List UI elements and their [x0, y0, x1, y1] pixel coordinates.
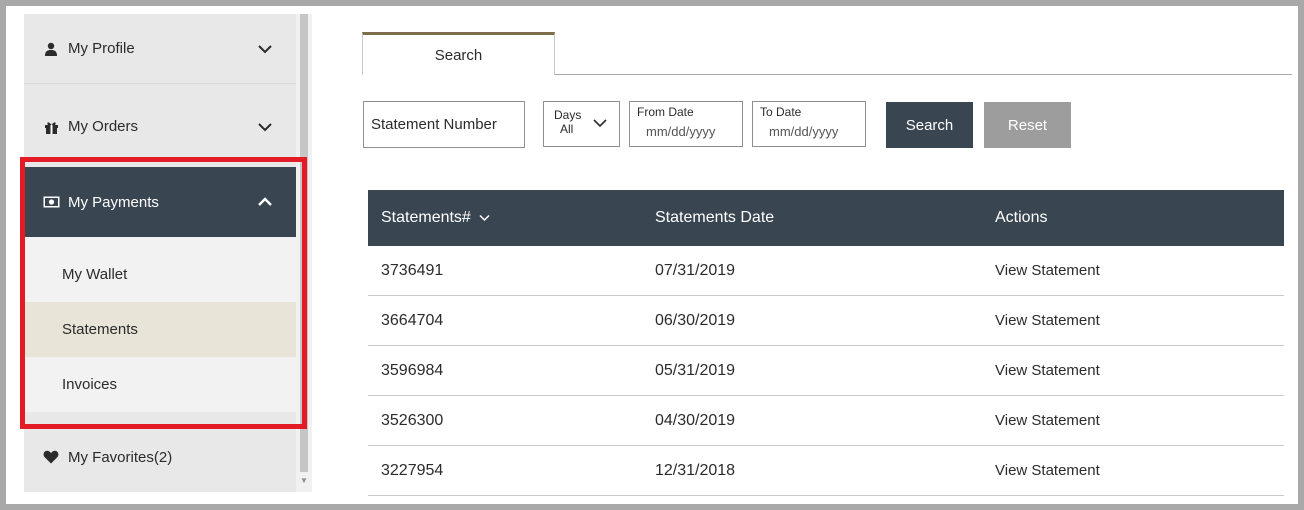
statement-date-cell: 05/31/2019 [655, 361, 736, 379]
nav-my-orders[interactable]: My Orders [24, 92, 296, 162]
table-row: 3596984 05/31/2019 View Statement [368, 346, 1284, 396]
view-statement-link[interactable]: View Statement [995, 296, 1100, 345]
user-icon [42, 41, 60, 57]
column-header-statement-date: Statements Date [655, 209, 775, 226]
from-date-placeholder: mm/dd/yyyy [646, 124, 716, 139]
from-date-label: From Date [637, 105, 694, 119]
scroll-down-arrow-icon[interactable]: ▼ [300, 476, 308, 485]
days-label: Days [554, 108, 582, 122]
statement-number-cell: 3736491 [381, 261, 444, 279]
submenu-item-my-wallet[interactable]: My Wallet [24, 247, 296, 302]
view-statement-link[interactable]: View Statement [995, 446, 1100, 495]
from-date-field[interactable]: From Date mm/dd/yyyy [629, 101, 743, 147]
nav-my-profile[interactable]: My Profile [24, 14, 296, 84]
statement-number-cell: 3596984 [381, 361, 444, 379]
sidebar-scrollbar-thumb[interactable] [300, 14, 308, 472]
search-button[interactable]: Search [886, 102, 973, 148]
statement-date-cell: 07/31/2019 [655, 261, 736, 279]
nav-my-orders-label: My Orders [68, 118, 139, 135]
table-row: 3664704 06/30/2019 View Statement [368, 296, 1284, 346]
column-header-actions: Actions [995, 209, 1048, 226]
table-row: 3227954 12/31/2018 View Statement [368, 446, 1284, 496]
chevron-up-icon[interactable] [258, 196, 272, 208]
table-row: 3526300 04/30/2019 View Statement [368, 396, 1284, 446]
statement-number-cell: 3664704 [381, 311, 444, 329]
chevron-down-icon [593, 119, 607, 128]
to-date-label: To Date [760, 105, 802, 119]
statements-table-header: Statements# Statements Date Actions [368, 190, 1284, 246]
column-header-statement-number-label: Statements# [381, 209, 471, 226]
gift-icon [42, 119, 60, 135]
to-date-field[interactable]: To Date mm/dd/yyyy [752, 101, 866, 147]
nav-my-payments-label: My Payments [68, 193, 159, 211]
submenu-item-invoices[interactable]: Invoices [24, 357, 296, 412]
account-sidebar: My Profile My Orders My Payments My Wall… [24, 14, 296, 492]
nav-my-profile-label: My Profile [68, 40, 135, 57]
column-header-statement-number[interactable]: Statements# [381, 190, 490, 246]
submenu-item-statements[interactable]: Statements [24, 302, 296, 357]
favorites-count: (2) [153, 448, 173, 466]
view-statement-link[interactable]: View Statement [995, 246, 1100, 295]
heart-icon [42, 449, 60, 465]
chevron-down-icon[interactable] [258, 43, 272, 55]
days-select[interactable]: Days All [543, 101, 620, 147]
statement-number-cell: 3526300 [381, 411, 444, 429]
days-value: All [560, 122, 574, 136]
reset-button[interactable]: Reset [984, 102, 1071, 148]
nav-my-favorites[interactable]: My Favorites (2) [24, 422, 296, 492]
statement-number-cell: 3227954 [381, 461, 444, 479]
chevron-down-icon[interactable] [258, 121, 272, 133]
statement-number-input[interactable]: Statement Number [363, 101, 525, 148]
nav-my-favorites-label: My Favorites [68, 448, 154, 466]
statement-date-cell: 06/30/2019 [655, 311, 736, 329]
payments-submenu: My Wallet Statements Invoices [24, 237, 296, 412]
statement-date-cell: 12/31/2018 [655, 461, 736, 479]
statement-date-cell: 04/30/2019 [655, 411, 736, 429]
sort-chevron-down-icon[interactable] [479, 214, 490, 222]
table-row: 3736491 07/31/2019 View Statement [368, 246, 1284, 296]
view-statement-link[interactable]: View Statement [995, 396, 1100, 445]
nav-my-payments[interactable]: My Payments [24, 167, 296, 237]
money-icon [42, 194, 60, 210]
view-statement-link[interactable]: View Statement [995, 346, 1100, 395]
to-date-placeholder: mm/dd/yyyy [769, 124, 839, 139]
tab-search[interactable]: Search [362, 32, 555, 75]
